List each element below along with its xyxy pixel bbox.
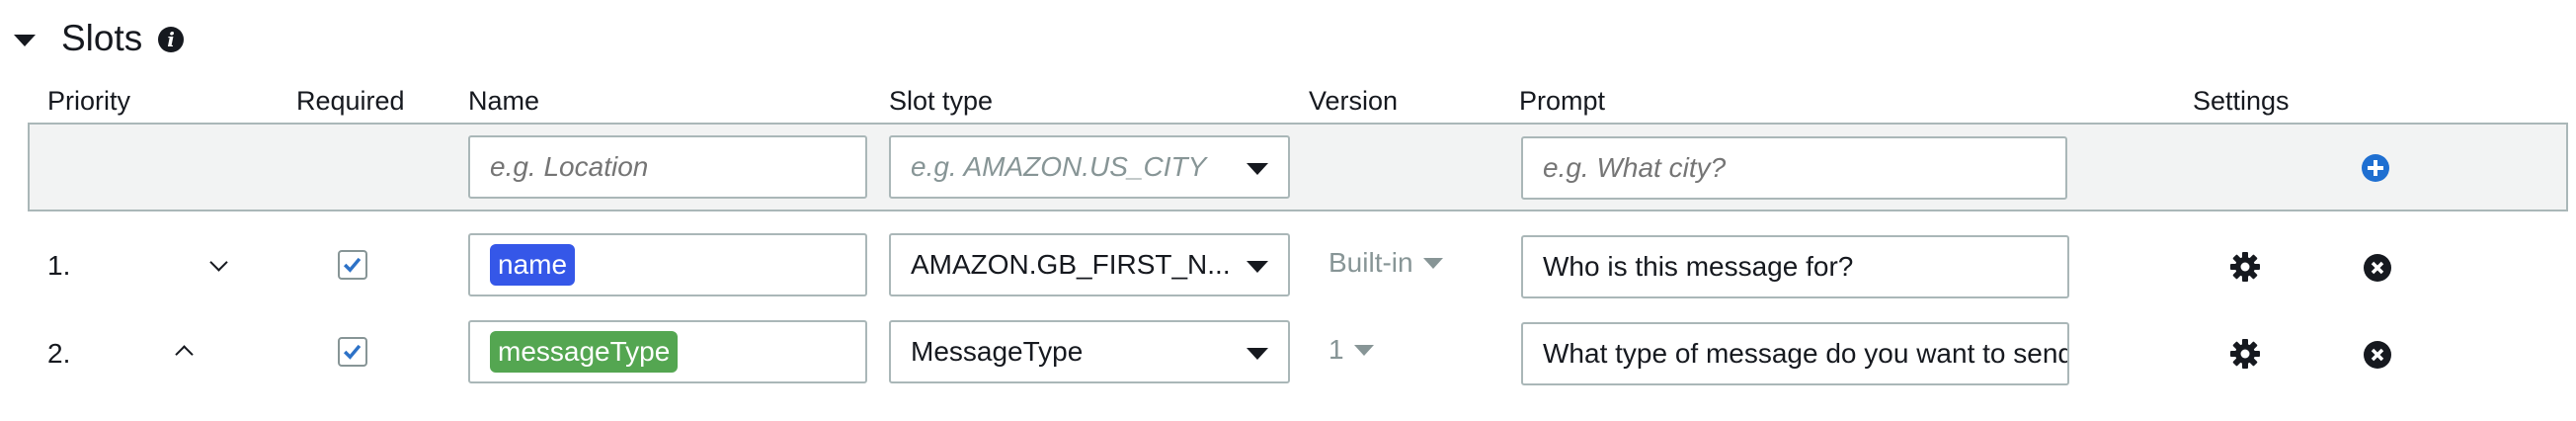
version-value: Built-in	[1328, 247, 1413, 278]
check-icon	[343, 344, 362, 360]
slot-prompt-value: Who is this message for?	[1543, 251, 1854, 282]
gear-icon[interactable]	[2229, 251, 2261, 283]
close-circle-icon[interactable]	[2363, 340, 2392, 370]
chevron-down-icon	[1353, 344, 1374, 356]
slot-name-chip: messageType	[490, 331, 679, 373]
slot-priority: 1.	[47, 250, 71, 281]
new-slot-type-placeholder: e.g. AMAZON.US_CITY	[911, 151, 1207, 182]
slot-type-select[interactable]: MessageType	[889, 320, 1290, 383]
new-slot-name-input[interactable]	[468, 135, 867, 199]
slot-name-field[interactable]: name	[468, 233, 867, 296]
slot-name-field[interactable]: messageType	[468, 320, 867, 383]
chevron-down-icon	[1247, 261, 1268, 273]
chevron-up-icon[interactable]	[175, 345, 194, 364]
new-slot-row	[28, 123, 2568, 211]
column-header-name: Name	[468, 86, 540, 116]
column-header-priority: Priority	[47, 86, 131, 116]
slot-prompt-input[interactable]: What type of message do you want to send…	[1521, 322, 2069, 385]
column-header-settings: Settings	[2193, 86, 2290, 116]
chevron-down-icon[interactable]	[209, 253, 228, 272]
collapse-caret-icon[interactable]	[14, 35, 36, 46]
slot-prompt-value: What type of message do you want to send…	[1543, 338, 2069, 369]
slot-priority: 2.	[47, 338, 71, 369]
info-icon[interactable]: i	[158, 27, 184, 52]
version-select[interactable]: Built-in	[1328, 247, 1443, 279]
version-value: 1	[1328, 334, 1344, 365]
section-title: Slots	[61, 18, 143, 58]
slot-type-value: AMAZON.GB_FIRST_N...	[911, 249, 1231, 280]
plus-circle-icon[interactable]	[2361, 153, 2390, 183]
column-header-required: Required	[296, 86, 405, 116]
chevron-down-icon	[1422, 257, 1443, 269]
close-circle-icon[interactable]	[2363, 253, 2392, 283]
column-header-prompt: Prompt	[1519, 86, 1606, 116]
new-slot-prompt-input[interactable]	[1521, 136, 2067, 200]
column-header-version: Version	[1309, 86, 1399, 116]
slot-prompt-input[interactable]: Who is this message for?	[1521, 235, 2069, 298]
column-header-slot-type: Slot type	[889, 86, 994, 116]
slot-type-value: MessageType	[911, 336, 1084, 367]
version-select[interactable]: 1	[1328, 334, 1374, 366]
required-checkbox[interactable]	[338, 250, 367, 280]
gear-icon[interactable]	[2229, 338, 2261, 370]
check-icon	[343, 257, 362, 273]
new-slot-type-select[interactable]: e.g. AMAZON.US_CITY	[889, 135, 1290, 199]
chevron-down-icon	[1247, 348, 1268, 360]
slot-type-select[interactable]: AMAZON.GB_FIRST_N...	[889, 233, 1290, 296]
chevron-down-icon	[1247, 163, 1268, 175]
required-checkbox[interactable]	[338, 337, 367, 367]
slot-name-chip: name	[490, 244, 576, 286]
